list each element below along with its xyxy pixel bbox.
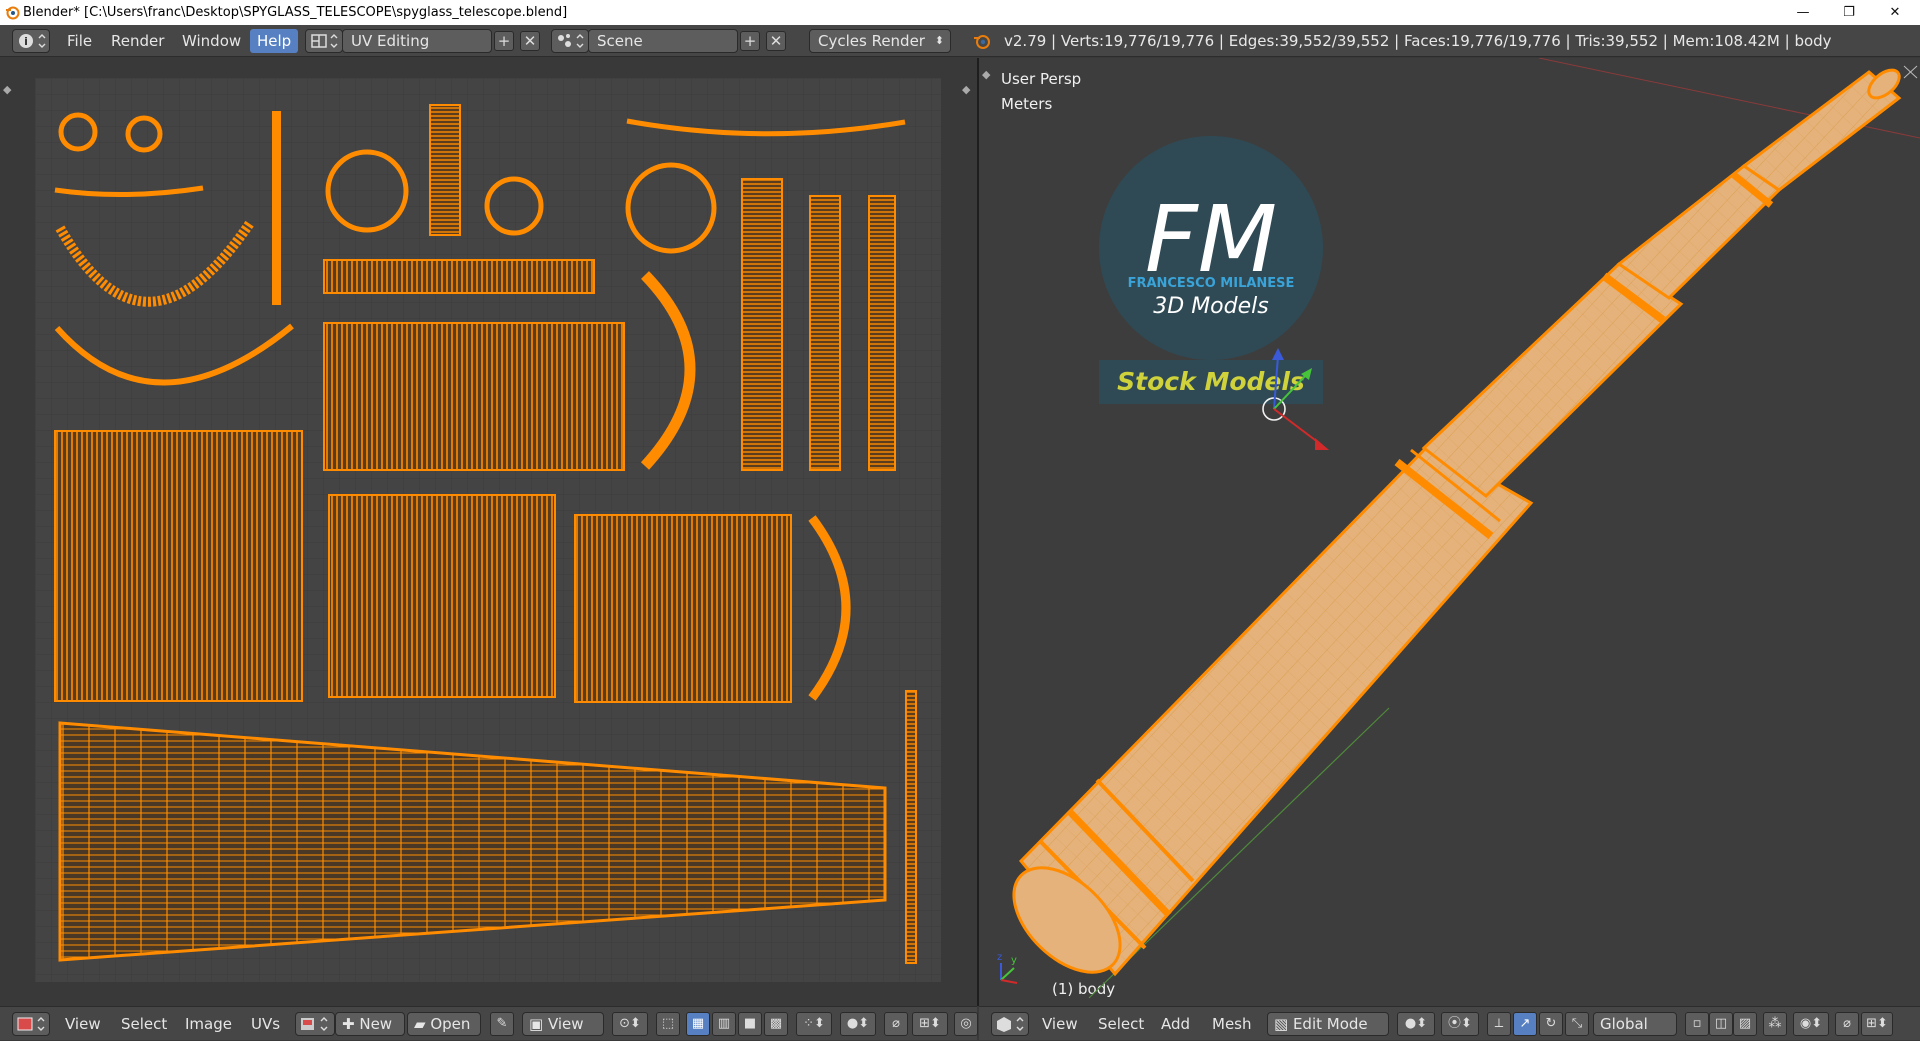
image-editor-icon xyxy=(17,1017,45,1031)
face-select-mode-icon[interactable]: ▨ xyxy=(1733,1012,1757,1036)
snap-icon[interactable]: ⌀ xyxy=(1835,1012,1859,1036)
image-editor-type-button[interactable] xyxy=(12,1012,50,1036)
transform-orientation-select[interactable]: Global xyxy=(1593,1012,1677,1036)
uv-extra-icon[interactable]: ◎ xyxy=(954,1012,978,1036)
add-layout-button[interactable]: + xyxy=(494,31,514,51)
open-image-button[interactable]: ▰ Open xyxy=(407,1012,481,1036)
logo-tagline: 3D Models xyxy=(1153,294,1268,319)
menu-render[interactable]: Render xyxy=(104,29,171,53)
close-button[interactable]: ✕ xyxy=(1872,0,1918,25)
face-select-icon[interactable]: ■ xyxy=(738,1012,762,1036)
occlude-geometry-icon[interactable]: ⁂ xyxy=(1763,1012,1787,1036)
image-browse-icon xyxy=(301,1017,328,1031)
svg-text:y: y xyxy=(1011,955,1017,966)
image-browse-button[interactable] xyxy=(295,1012,335,1036)
uv-layout-canvas[interactable] xyxy=(35,78,941,982)
remove-scene-button[interactable]: ✕ xyxy=(766,31,786,51)
interaction-mode-select[interactable]: ▧ Edit Mode xyxy=(1267,1012,1389,1036)
folder-icon: ▰ xyxy=(414,1015,431,1033)
scene-field[interactable]: Scene xyxy=(588,29,738,53)
sync-selection-icon[interactable]: ⬚ xyxy=(656,1012,680,1036)
layout-icon xyxy=(311,34,338,48)
edge-select-icon[interactable]: ▥ xyxy=(712,1012,736,1036)
logo-brand: FRANCESCO MILANESE xyxy=(1128,276,1295,291)
plus-icon: ✚ xyxy=(342,1015,360,1033)
window-title: Blender* [C:\Users\franc\Desktop\SPYGLAS… xyxy=(23,5,568,20)
scene-selector[interactable] xyxy=(551,29,589,53)
new-image-button[interactable]: ✚ New xyxy=(335,1012,405,1036)
scene-icon xyxy=(558,34,584,48)
vertex-select-mode-icon[interactable]: ▫ xyxy=(1685,1012,1709,1036)
3d-viewport-header: View Select Add Mesh ▧ Edit Mode ●⬍ ⦿⬍ ⟂… xyxy=(979,1006,1920,1040)
snap-element-icon[interactable]: ⊞⬍ xyxy=(912,1012,948,1036)
interaction-mode-label: Edit Mode xyxy=(1292,1015,1368,1033)
uv-menu-uvs[interactable]: UVs xyxy=(251,1012,280,1036)
panel-expand-arrow-icon[interactable]: ◆ xyxy=(962,83,970,96)
viewport-scene: FM FRANCESCO MILANESE 3D Models Stock Mo… xyxy=(997,58,1920,999)
3d-viewport[interactable]: ◆ User Persp Meters (1) body FM FRANCESC… xyxy=(979,58,1920,1006)
uv-image-editor[interactable]: ◆ ◆ xyxy=(0,58,977,1006)
edge-select-mode-icon[interactable]: ◫ xyxy=(1709,1012,1733,1036)
uv-editor-header: View Select Image UVs ✚ New ▰ Open ✎ ▣ V… xyxy=(0,1006,978,1040)
menu-window[interactable]: Window xyxy=(175,29,248,53)
pivot-icon[interactable]: ⊙⬍ xyxy=(612,1012,648,1036)
axis-gizmo-icon: y z xyxy=(997,952,1018,984)
minimize-button[interactable]: — xyxy=(1780,0,1826,25)
blender-logo-icon xyxy=(6,6,20,20)
uv-menu-select[interactable]: Select xyxy=(121,1012,167,1036)
view-mode-select[interactable]: ▣ View xyxy=(522,1012,604,1036)
uv-menu-view[interactable]: View xyxy=(65,1012,101,1036)
manipulator-toggle-icon[interactable]: ⟂ xyxy=(1487,1012,1511,1036)
transform-orientation-label: Global xyxy=(1600,1015,1648,1033)
snap-toggle-icon[interactable]: ⌀ xyxy=(884,1012,908,1036)
screen-layout-selector[interactable] xyxy=(305,29,343,53)
screen-layout-field[interactable]: UV Editing xyxy=(342,29,492,53)
watermark-logo: FM FRANCESCO MILANESE 3D Models Stock Mo… xyxy=(1099,136,1323,404)
window-title-bar: Blender* [C:\Users\franc\Desktop\SPYGLAS… xyxy=(0,0,1920,25)
area-split-corner-icon[interactable] xyxy=(1903,65,1918,79)
scale-manipulator-icon[interactable]: ⤡ xyxy=(1565,1012,1589,1036)
3d-menu-mesh[interactable]: Mesh xyxy=(1212,1012,1252,1036)
remove-layout-button[interactable]: ✕ xyxy=(520,31,540,51)
open-image-label: Open xyxy=(430,1015,471,1033)
pivot-point-icon[interactable]: ⦿⬍ xyxy=(1441,1012,1479,1036)
chevron-updown-icon: ⬍ xyxy=(934,34,944,47)
3d-menu-add[interactable]: Add xyxy=(1161,1012,1190,1036)
render-engine-select[interactable]: Cycles Render ⬍ xyxy=(809,29,951,53)
pin-icon[interactable]: ✎ xyxy=(490,1012,514,1036)
rotate-manipulator-icon[interactable]: ↻ xyxy=(1539,1012,1563,1036)
svg-text:i: i xyxy=(24,35,28,48)
maximize-button[interactable]: ❐ xyxy=(1826,0,1872,25)
scene-statistics: v2.79 | Verts:19,776/19,776 | Edges:39,5… xyxy=(1004,32,1832,50)
info-header: i File Render Window Help UV Editing + ✕… xyxy=(0,25,1920,57)
panel-expand-arrow-icon[interactable]: ◆ xyxy=(3,83,11,96)
blender-render-icon xyxy=(974,35,990,49)
add-scene-button[interactable]: + xyxy=(740,31,760,51)
island-select-icon[interactable]: ▩ xyxy=(764,1012,788,1036)
render-engine-label: Cycles Render xyxy=(818,32,925,50)
svg-text:z: z xyxy=(997,952,1002,963)
sticky-selection-icon[interactable]: ⁘⬍ xyxy=(796,1012,832,1036)
view-mode-label: View xyxy=(547,1015,584,1033)
cube-icon xyxy=(997,1017,1024,1032)
proportional-edit-icon[interactable]: ●⬍ xyxy=(840,1012,876,1036)
menu-file[interactable]: File xyxy=(60,29,99,53)
3d-editor-type-button[interactable] xyxy=(991,1012,1029,1036)
image-view-icon: ▣ xyxy=(529,1015,548,1033)
proportional-editing-icon[interactable]: ◉⬍ xyxy=(1793,1012,1829,1036)
menu-help[interactable]: Help xyxy=(250,29,299,53)
3d-menu-select[interactable]: Select xyxy=(1098,1012,1144,1036)
translate-manipulator-icon[interactable]: ↗ xyxy=(1513,1012,1537,1036)
3d-menu-view[interactable]: View xyxy=(1042,1012,1078,1036)
uv-menu-image[interactable]: Image xyxy=(185,1012,232,1036)
vertex-select-icon[interactable]: ▦ xyxy=(686,1012,710,1036)
shading-mode-icon[interactable]: ●⬍ xyxy=(1397,1012,1435,1036)
info-icon: i xyxy=(19,34,46,48)
edit-mode-icon: ▧ xyxy=(1274,1015,1293,1033)
snap-target-icon[interactable]: ⊞⬍ xyxy=(1861,1012,1893,1036)
new-image-label: New xyxy=(359,1015,393,1033)
editor-type-button[interactable]: i xyxy=(12,29,50,53)
